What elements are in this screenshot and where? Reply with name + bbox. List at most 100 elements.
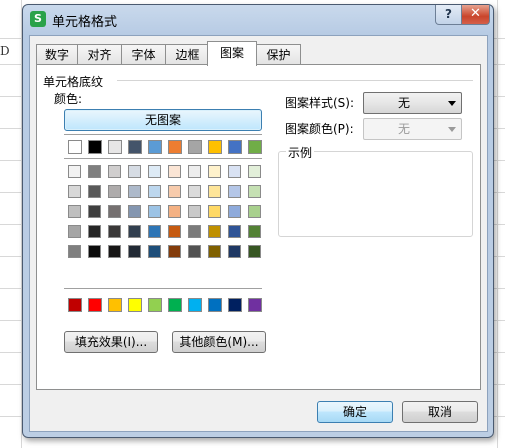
color-swatch[interactable] <box>188 225 201 238</box>
color-swatch[interactable] <box>148 205 161 218</box>
dialog-client-area: 数字 对齐 字体 边框 图案 保护 单元格底纹 颜色: 无图案 填充效果(I).… <box>29 35 488 432</box>
color-swatch[interactable] <box>188 185 201 198</box>
color-swatch[interactable] <box>228 225 241 238</box>
color-swatch[interactable] <box>208 185 221 198</box>
color-swatch[interactable] <box>148 140 162 154</box>
color-swatch[interactable] <box>68 225 81 238</box>
color-swatch[interactable] <box>108 140 122 154</box>
color-swatch[interactable] <box>248 298 262 312</box>
color-swatch[interactable] <box>208 205 221 218</box>
color-swatch[interactable] <box>68 245 81 258</box>
color-swatch[interactable] <box>68 298 82 312</box>
color-swatch[interactable] <box>88 165 101 178</box>
color-swatch[interactable] <box>248 140 262 154</box>
sample-label: 示例 <box>286 144 315 161</box>
color-swatch[interactable] <box>188 298 202 312</box>
color-swatch[interactable] <box>148 165 161 178</box>
color-swatch[interactable] <box>188 140 202 154</box>
help-button[interactable]: ? <box>435 5 462 25</box>
color-swatch[interactable] <box>148 245 161 258</box>
color-swatch[interactable] <box>148 225 161 238</box>
more-colors-button[interactable]: 其他颜色(M)... <box>172 331 266 353</box>
color-swatch[interactable] <box>128 245 141 258</box>
no-pattern-button[interactable]: 无图案 <box>64 109 262 131</box>
color-swatch[interactable] <box>248 225 261 238</box>
color-swatch[interactable] <box>128 225 141 238</box>
dialog-title: 单元格格式 <box>52 15 118 30</box>
color-swatch[interactable] <box>228 205 241 218</box>
color-swatch[interactable] <box>188 165 201 178</box>
tab-border[interactable]: 边框 <box>165 44 210 65</box>
palette-separator <box>64 288 262 289</box>
color-swatch[interactable] <box>108 245 121 258</box>
color-swatch[interactable] <box>208 245 221 258</box>
tab-patterns[interactable]: 图案 <box>207 41 257 66</box>
color-swatch[interactable] <box>228 245 241 258</box>
color-swatch[interactable] <box>228 298 242 312</box>
color-swatch[interactable] <box>88 225 101 238</box>
pattern-style-dropdown[interactable]: 无 <box>363 92 462 114</box>
color-swatch[interactable] <box>208 225 221 238</box>
color-swatch[interactable] <box>108 205 121 218</box>
color-swatch[interactable] <box>148 185 161 198</box>
format-cells-dialog: S 单元格格式 ? ✕ 数字 对齐 字体 边框 图案 保护 单元格底纹 颜色: … <box>22 4 494 438</box>
color-swatch[interactable] <box>108 225 121 238</box>
color-swatch[interactable] <box>168 225 181 238</box>
cancel-button[interactable]: 取消 <box>402 401 478 423</box>
group-divider <box>117 80 473 81</box>
color-swatch[interactable] <box>128 205 141 218</box>
color-swatch[interactable] <box>68 140 82 154</box>
color-swatch[interactable] <box>168 165 181 178</box>
color-swatch[interactable] <box>88 298 102 312</box>
tab-font[interactable]: 字体 <box>121 44 166 65</box>
color-swatch[interactable] <box>228 165 241 178</box>
color-swatch[interactable] <box>248 205 261 218</box>
palette-separator <box>64 134 262 135</box>
color-swatch[interactable] <box>128 140 142 154</box>
color-swatch[interactable] <box>108 298 122 312</box>
close-button[interactable]: ✕ <box>461 5 490 25</box>
color-swatch[interactable] <box>208 140 222 154</box>
color-swatch[interactable] <box>208 165 221 178</box>
color-swatch[interactable] <box>108 185 121 198</box>
tab-number[interactable]: 数字 <box>36 44 78 65</box>
color-swatch[interactable] <box>228 140 242 154</box>
color-swatch[interactable] <box>228 185 241 198</box>
color-label: 颜色: <box>54 92 83 106</box>
ok-button[interactable]: 确定 <box>317 401 393 423</box>
color-swatch[interactable] <box>68 205 81 218</box>
fill-effects-button[interactable]: 填充效果(I)... <box>64 331 158 353</box>
color-swatch[interactable] <box>88 245 101 258</box>
color-swatch[interactable] <box>248 245 261 258</box>
pattern-color-dropdown[interactable]: 无 <box>363 118 462 140</box>
color-swatch[interactable] <box>88 185 101 198</box>
pattern-color-label: 图案颜色(P): <box>285 122 354 136</box>
color-swatch[interactable] <box>88 140 102 154</box>
color-swatch[interactable] <box>108 165 121 178</box>
color-swatch[interactable] <box>68 165 81 178</box>
color-swatch[interactable] <box>168 298 182 312</box>
pattern-style-label: 图案样式(S): <box>285 96 355 110</box>
color-swatch[interactable] <box>168 185 181 198</box>
chevron-down-icon <box>448 127 456 132</box>
column-header-d: D <box>0 44 10 58</box>
color-swatch[interactable] <box>248 185 261 198</box>
color-swatch[interactable] <box>128 298 142 312</box>
chevron-down-icon <box>448 101 456 106</box>
tab-protection[interactable]: 保护 <box>256 44 301 65</box>
color-swatch[interactable] <box>168 245 181 258</box>
color-swatch[interactable] <box>128 185 141 198</box>
palette-separator <box>64 158 262 159</box>
color-swatch[interactable] <box>68 185 81 198</box>
color-swatch[interactable] <box>208 298 222 312</box>
color-swatch[interactable] <box>168 140 182 154</box>
color-swatch[interactable] <box>128 165 141 178</box>
color-swatch[interactable] <box>148 298 162 312</box>
dialog-titlebar[interactable]: S 单元格格式 ? ✕ <box>23 5 493 33</box>
color-swatch[interactable] <box>188 245 201 258</box>
color-swatch[interactable] <box>248 165 261 178</box>
color-swatch[interactable] <box>88 205 101 218</box>
color-swatch[interactable] <box>168 205 181 218</box>
tab-alignment[interactable]: 对齐 <box>77 44 122 65</box>
color-swatch[interactable] <box>188 205 201 218</box>
